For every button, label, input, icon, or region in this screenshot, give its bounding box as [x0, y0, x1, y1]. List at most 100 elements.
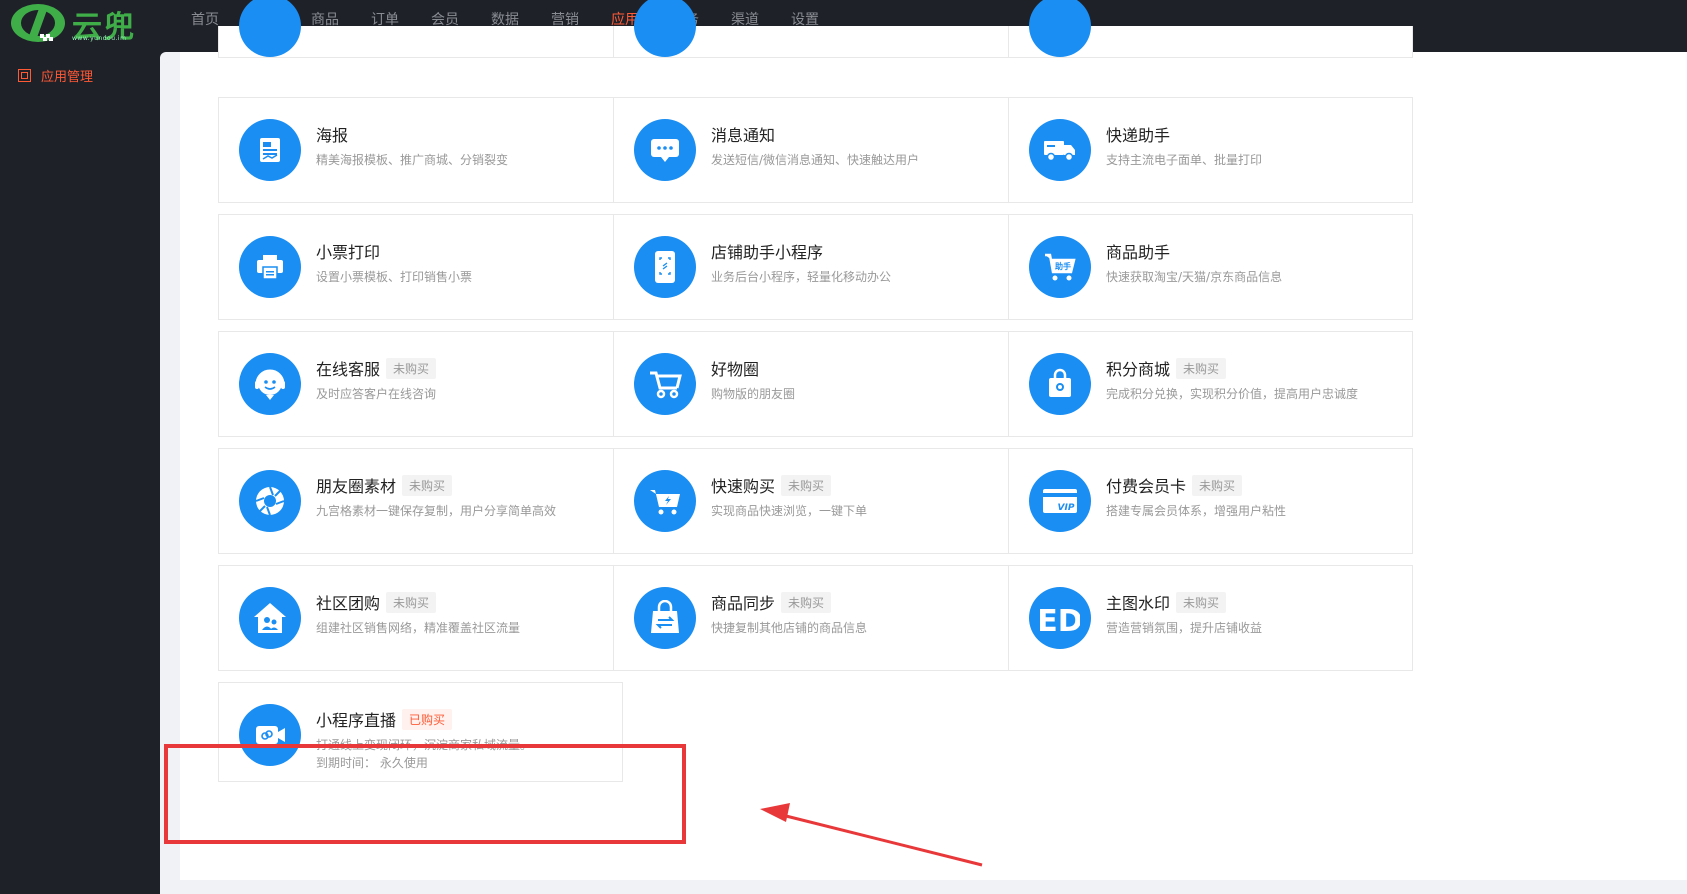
app-title-row: 积分商城 未购买 — [1106, 356, 1227, 380]
main-content: 海报 精美海报模板、推广商城、分销裂变 消息通知 发送短信/微信消息通知、快速触达用户… — [160, 0, 1687, 894]
app-description: 支持主流电子面单、批量打印 — [1106, 153, 1263, 167]
phone-icon — [634, 236, 696, 298]
app-title-row: 主图水印 未购买 — [1106, 590, 1227, 614]
app-title-row: 社区团购 未购买 — [316, 590, 437, 614]
app-card[interactable]: 店铺助手小程序 业务后台小程序，轻量化移动办公 — [613, 214, 1018, 320]
app-title: 海报 — [316, 126, 349, 145]
app-card[interactable]: ED 主图水印 未购买营造营销氛围，提升店铺收益 — [1008, 565, 1413, 671]
aperture-icon — [239, 470, 301, 532]
sidebar-item-app-management[interactable]: 应用管理 — [18, 66, 93, 85]
app-description: 设置小票模板、打印销售小票 — [316, 270, 473, 284]
app-description: 完成积分兑换，实现积分价值，提高用户忠诚度 — [1106, 387, 1359, 401]
purchase-status-badge: 未购买 — [1176, 591, 1227, 613]
app-title: 消息通知 — [711, 126, 776, 145]
app-title-row: 付费会员卡 未购买 — [1106, 473, 1243, 497]
app-title: 小票打印 — [316, 243, 381, 262]
app-title-row: 在线客服 未购买 — [316, 356, 437, 380]
app-card-partial[interactable] — [1008, 0, 1413, 58]
truck-icon — [1029, 119, 1091, 181]
live-camera-icon — [239, 704, 301, 766]
app-description: 快捷复制其他店铺的商品信息 — [711, 621, 868, 635]
purchase-status-badge: 未购买 — [386, 591, 437, 613]
logo-mark-icon — [11, 4, 65, 42]
svg-text:ED: ED — [1040, 604, 1080, 635]
message-icon — [634, 119, 696, 181]
app-title: 店铺助手小程序 — [711, 243, 824, 262]
app-description: 打通线上变现闭环，沉淀商家私域流量。 — [316, 738, 533, 752]
expire-time: 到期时间： 永久使用 — [316, 756, 428, 770]
purchase-status-badge: 未购买 — [781, 474, 832, 496]
svg-text:助手: 助手 — [1055, 261, 1071, 271]
shopping-cart-icon — [634, 353, 696, 415]
app-description: 精美海报模板、推广商城、分销裂变 — [316, 153, 509, 167]
purchase-status-badge: 已购买 — [402, 708, 453, 730]
quick-cart-icon — [634, 470, 696, 532]
app-title-row: 商品同步 未购买 — [711, 590, 832, 614]
app-title: 快速购买 — [711, 477, 776, 496]
brand-url: www.yundou.im — [72, 35, 127, 42]
app-description: 组建社区销售网络，精准覆盖社区流量 — [316, 621, 521, 635]
app-card[interactable]: 在线客服 未购买及时应答客户在线咨询 — [218, 331, 623, 437]
app-card[interactable]: 消息通知发送短信/微信消息通知、快速触达用户 — [613, 97, 1018, 203]
app-description: 发送短信/微信消息通知、快速触达用户 — [711, 153, 920, 167]
app-title: 好物圈 — [711, 360, 760, 379]
app-title: 社区团购 — [316, 594, 381, 613]
sync-bag-icon — [634, 587, 696, 649]
app-title-row: 消息通知 — [711, 122, 775, 146]
app-icon — [1029, 0, 1091, 57]
app-card[interactable]: 积分商城 未购买完成积分兑换，实现积分价值，提高用户忠诚度 — [1008, 331, 1413, 437]
printer-icon — [239, 236, 301, 298]
sidebar: 应用管理 — [0, 52, 160, 894]
app-description: 购物版的朋友圈 — [711, 387, 796, 401]
app-card[interactable]: 小程序直播 已购买打通线上变现闭环，沉淀商家私域流量。 到期时间： 永久使用 — [218, 682, 623, 782]
app-title: 朋友圈素材 — [316, 477, 397, 496]
app-title: 商品助手 — [1106, 243, 1171, 262]
app-title-row: 小票打印 — [316, 239, 380, 263]
vip-card-icon: VIP — [1029, 470, 1091, 532]
app-card[interactable]: 快速购买 未购买实现商品快速浏览，一键下单 — [613, 448, 1018, 554]
house-icon — [239, 587, 301, 649]
app-title: 商品同步 — [711, 594, 776, 613]
cart-helper-icon: 助手 — [1029, 236, 1091, 298]
svg-text:VIP: VIP — [1058, 503, 1075, 513]
app-title-row: 小程序直播 已购买 — [316, 707, 453, 731]
app-description: 搭建专属会员体系，增强用户粘性 — [1106, 504, 1287, 518]
app-title-row: 好物圈 — [711, 356, 759, 380]
purchase-status-badge: 未购买 — [1192, 474, 1243, 496]
app-description: 九宫格素材一键保存复制，用户分享简单高效 — [316, 504, 557, 518]
app-title-row: 朋友圈素材 未购买 — [316, 473, 453, 497]
app-title: 付费会员卡 — [1106, 477, 1187, 496]
app-card[interactable]: 助手 商品助手快速获取淘宝/天猫/京东商品信息 — [1008, 214, 1413, 320]
app-title-row: 快递助手 — [1106, 122, 1170, 146]
app-card-partial[interactable] — [218, 0, 623, 58]
app-description: 实现商品快速浏览，一键下单 — [711, 504, 868, 518]
app-card[interactable]: 快递助手支持主流电子面单、批量打印 — [1008, 97, 1413, 203]
app-card[interactable]: 社区团购 未购买组建社区销售网络，精准覆盖社区流量 — [218, 565, 623, 671]
purchase-status-badge: 未购买 — [386, 357, 437, 379]
watermark-icon: ED — [1029, 587, 1091, 649]
app-card[interactable]: 好物圈购物版的朋友圈 — [613, 331, 1018, 437]
app-title: 主图水印 — [1106, 594, 1171, 613]
bag-icon — [1029, 353, 1091, 415]
app-title: 快递助手 — [1106, 126, 1171, 145]
app-card-partial[interactable] — [613, 0, 1018, 58]
purchase-status-badge: 未购买 — [402, 474, 453, 496]
purchase-status-badge: 未购买 — [1176, 357, 1227, 379]
app-grid-icon — [18, 69, 31, 82]
app-description: 营造营销氛围，提升店铺收益 — [1106, 621, 1263, 635]
app-title: 积分商城 — [1106, 360, 1171, 379]
app-title-row: 店铺助手小程序 — [711, 239, 823, 263]
app-card[interactable]: 朋友圈素材 未购买九宫格素材一键保存复制，用户分享简单高效 — [218, 448, 623, 554]
service-icon — [239, 353, 301, 415]
app-card[interactable]: VIP 付费会员卡 未购买搭建专属会员体系，增强用户粘性 — [1008, 448, 1413, 554]
purchase-status-badge: 未购买 — [781, 591, 832, 613]
app-description: 及时应答客户在线咨询 — [316, 387, 437, 401]
app-card[interactable]: 商品同步 未购买快捷复制其他店铺的商品信息 — [613, 565, 1018, 671]
app-icon — [239, 0, 301, 57]
app-card[interactable]: 小票打印设置小票模板、打印销售小票 — [218, 214, 623, 320]
app-icon — [634, 0, 696, 57]
app-description: 快速获取淘宝/天猫/京东商品信息 — [1106, 270, 1283, 284]
app-card[interactable]: 海报精美海报模板、推广商城、分销裂变 — [218, 97, 623, 203]
app-title-row: 商品助手 — [1106, 239, 1170, 263]
logo[interactable]: 云兜 www.yundou.im — [10, 2, 155, 45]
